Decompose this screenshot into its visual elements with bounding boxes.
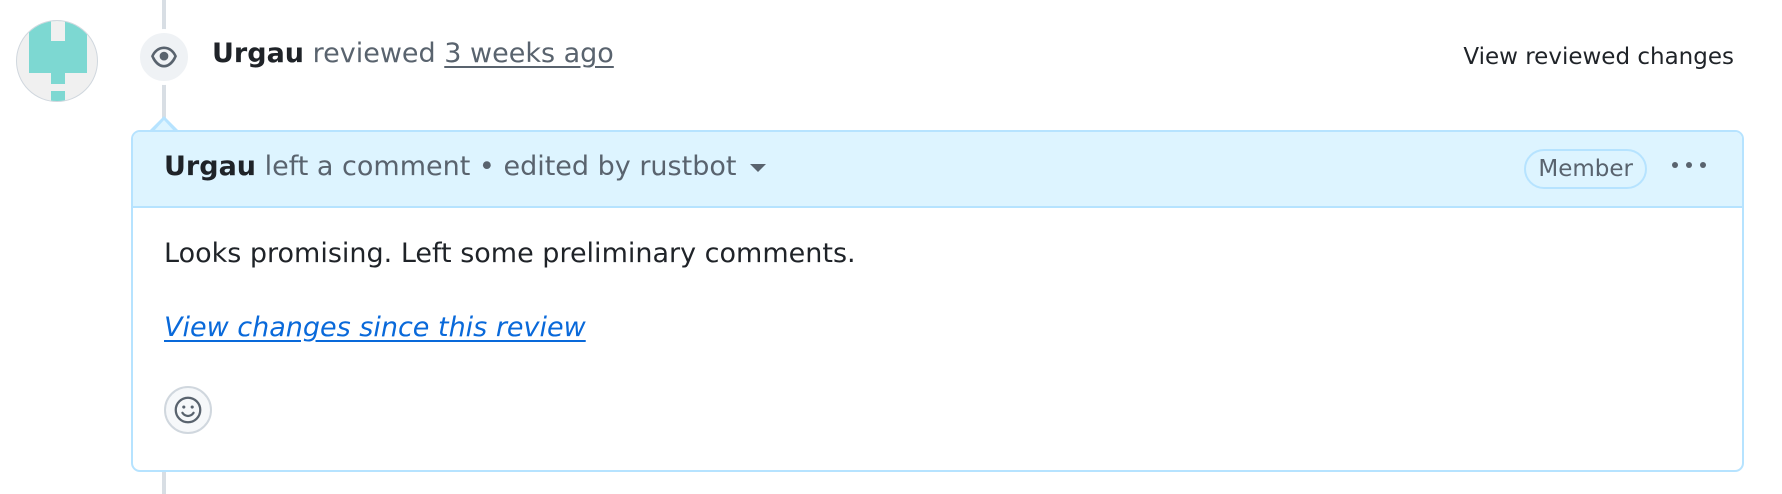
comment-header: Urgau left a comment • edited by rustbot… <box>133 132 1742 208</box>
identicon <box>29 21 87 101</box>
review-comment-card: Urgau left a comment • edited by rustbot… <box>131 130 1744 472</box>
member-badge: Member <box>1524 149 1647 189</box>
review-action-text: reviewed <box>312 38 436 69</box>
kebab-dot <box>1686 162 1692 168</box>
triangle-down-icon <box>750 163 767 172</box>
view-reviewed-changes-link[interactable]: View reviewed changes <box>1463 44 1734 70</box>
review-author-link[interactable]: Urgau <box>212 38 304 69</box>
comment-text: Looks promising. Left some preliminary c… <box>164 238 856 269</box>
comment-author-link[interactable]: Urgau <box>164 151 256 182</box>
comment-action-text: left a comment <box>264 151 471 182</box>
avatar[interactable] <box>16 20 98 102</box>
smiley-icon <box>174 396 202 424</box>
comment-body: Looks promising. Left some preliminary c… <box>133 208 1742 472</box>
kebab-dot <box>1700 162 1706 168</box>
review-event-header: Urgau reviewed 3 weeks ago <box>212 38 614 69</box>
separator-dot: • <box>478 151 495 182</box>
add-reaction-button[interactable] <box>164 386 212 434</box>
edited-by-dropdown[interactable]: edited by rustbot <box>503 151 767 182</box>
kebab-horizontal-icon[interactable] <box>1672 162 1706 168</box>
comment-header-title: Urgau left a comment • edited by rustbot <box>164 151 767 182</box>
kebab-dot <box>1672 162 1678 168</box>
view-changes-since-review-link[interactable]: View changes since this review <box>164 312 586 343</box>
eye-icon <box>136 29 192 85</box>
edited-by-text: edited by rustbot <box>503 151 737 182</box>
review-timestamp-link[interactable]: 3 weeks ago <box>444 38 614 69</box>
